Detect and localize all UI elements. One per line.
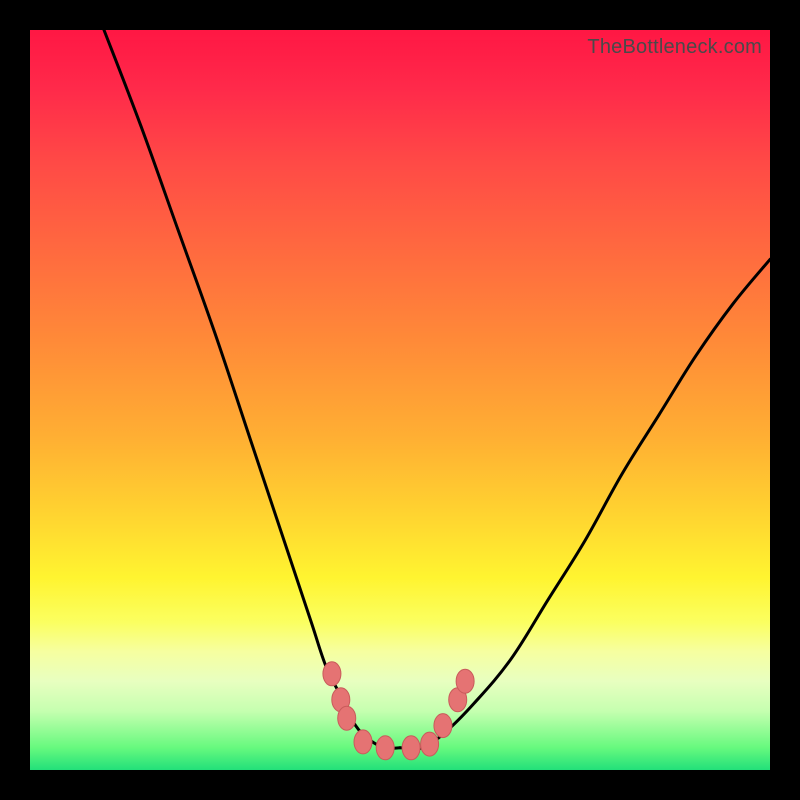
valley-marker [434,714,452,738]
valley-marker [354,730,372,754]
plot-area: TheBottleneck.com [30,30,770,770]
valley-marker [323,662,341,686]
bottleneck-curve-right-path [400,259,770,749]
valley-marker [456,669,474,693]
valley-marker [376,736,394,760]
chart-frame: TheBottleneck.com [0,0,800,800]
bottleneck-curve-svg [30,30,770,770]
bottleneck-curve-left-path [104,30,400,748]
valley-marker [421,732,439,756]
valley-marker [402,736,420,760]
valley-marker [338,706,356,730]
valley-markers [323,662,474,760]
